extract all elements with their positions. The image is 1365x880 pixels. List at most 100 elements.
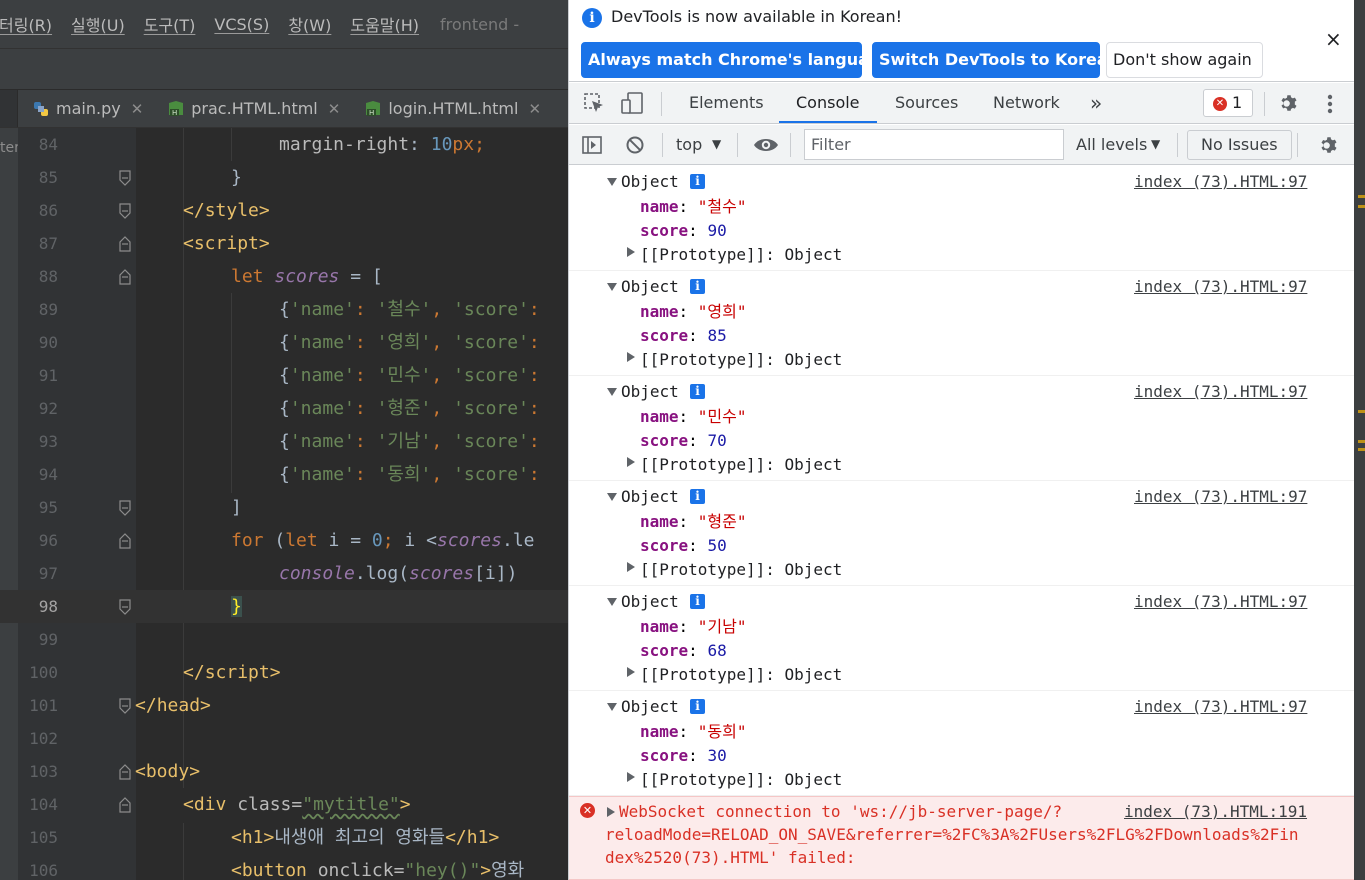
editor-tab-login-html[interactable]: H login.HTML.html ✕ [350,90,551,127]
expand-arrow-icon[interactable] [607,283,617,291]
more-tabs-icon[interactable]: » [1090,83,1102,123]
object-label[interactable]: Object [621,590,679,614]
expand-arrow-icon[interactable] [607,178,617,186]
close-icon[interactable]: ✕ [528,100,541,118]
tab-elements[interactable]: Elements [689,83,764,123]
fold-marker-icon[interactable] [118,533,132,549]
info-icon[interactable]: i [690,699,705,714]
expand-arrow-icon[interactable] [607,493,617,501]
expand-arrow-icon[interactable] [607,388,617,396]
prototype-row[interactable]: [[Prototype]]: Object [640,348,842,372]
error-count-badge[interactable]: ✕ 1 [1203,89,1253,117]
code-text: <h1>내생애 최고의 영화들</h1> [231,827,500,848]
switch-to-korean-button[interactable]: Switch DevTools to Korean [872,42,1119,78]
source-link[interactable]: index (73).HTML:97 [1134,275,1307,299]
menu-help[interactable]: 도움말(H) [350,12,419,36]
source-link[interactable]: index (73).HTML:97 [1134,485,1307,509]
tab-console[interactable]: Console [779,83,877,123]
filter-input[interactable] [805,130,1063,159]
expand-arrow-icon[interactable] [607,703,617,711]
object-label[interactable]: Object [621,170,679,194]
inspect-element-icon[interactable] [583,92,605,114]
menu-refactor[interactable]: 터링(R) [0,12,52,36]
prototype-row[interactable]: [[Prototype]]: Object [640,558,842,582]
editor-tab-main-py[interactable]: main.py ✕ [18,90,153,127]
close-icon[interactable]: ✕ [328,100,341,118]
tab-network[interactable]: Network [993,83,1060,123]
expand-arrow-icon[interactable] [627,457,635,467]
fold-marker-icon[interactable] [118,764,132,780]
live-expression-eye-icon[interactable] [753,135,779,155]
clear-console-icon[interactable] [625,135,645,155]
prototype-row[interactable]: [[Prototype]]: Object [640,663,842,687]
source-link[interactable]: index (73).HTML:97 [1134,170,1307,194]
tab-sources[interactable]: Sources [895,83,958,123]
expand-arrow-icon[interactable] [627,247,635,257]
line-number: 99 [38,630,58,649]
expand-arrow-icon[interactable] [627,772,635,782]
info-icon[interactable]: i [690,489,705,504]
console-output: Object i index (73).HTML:97 name: "철수" s… [569,166,1354,880]
log-levels-dropdown[interactable]: All levels [1076,125,1147,164]
chevron-down-icon[interactable]: ▼ [712,125,721,164]
menu-tools[interactable]: 도구(T) [144,12,196,36]
fold-marker-icon[interactable] [118,698,132,714]
fold-marker-icon[interactable] [118,500,132,516]
prototype-row[interactable]: [[Prototype]]: Object [640,453,842,477]
info-icon[interactable]: i [690,279,705,294]
info-icon[interactable]: i [690,174,705,189]
always-match-language-button[interactable]: Always match Chrome's language [581,42,891,78]
filter-box[interactable] [804,129,1064,160]
close-icon[interactable]: × [1325,27,1342,51]
kebab-menu-icon[interactable] [1325,93,1335,115]
object-label[interactable]: Object [621,695,679,719]
context-selector[interactable]: top [676,125,702,164]
fold-marker-icon[interactable] [118,599,132,615]
object-label[interactable]: Object [621,275,679,299]
object-label[interactable]: Object [621,485,679,509]
fold-marker-icon[interactable] [118,170,132,186]
warning-stripe-mark[interactable] [1358,440,1365,443]
warning-stripe-mark[interactable] [1358,410,1365,413]
menu-window[interactable]: 창(W) [288,12,331,36]
code-text: {'name': '민수', 'score': [279,365,540,386]
chevron-down-icon[interactable]: ▼ [1151,125,1160,164]
error-source-link[interactable]: index (73).HTML:191 [1124,801,1307,823]
sidebar-toggle-icon[interactable] [581,134,603,156]
info-icon[interactable]: i [690,594,705,609]
expand-arrow-icon[interactable] [627,667,635,677]
settings-gear-icon[interactable] [1278,92,1300,114]
close-icon[interactable]: ✕ [131,100,144,118]
object-label[interactable]: Object [621,380,679,404]
infobar-message: DevTools is now available in Korean! [611,7,902,26]
expand-arrow-icon[interactable] [607,598,617,606]
warning-stripe-mark[interactable] [1358,195,1365,198]
dont-show-again-button[interactable]: Don't show again [1106,42,1263,78]
editor-tab-prac-html[interactable]: H prac.HTML.html ✕ [153,90,350,127]
code-line: 94 {'name': '동희', 'score': [0,458,568,491]
menu-vcs[interactable]: VCS(S) [214,15,269,34]
expand-arrow-icon[interactable] [627,562,635,572]
console-settings-gear-icon[interactable] [1318,134,1340,156]
prototype-row[interactable]: [[Prototype]]: Object [640,243,842,267]
issues-button[interactable]: No Issues [1187,130,1292,160]
fold-marker-icon[interactable] [118,236,132,252]
expand-arrow-icon[interactable] [627,352,635,362]
info-icon[interactable]: i [690,384,705,399]
expand-arrow-icon[interactable] [607,807,615,817]
source-link[interactable]: index (73).HTML:97 [1134,695,1307,719]
warning-stripe-mark[interactable] [1358,448,1365,451]
warning-stripe-mark[interactable] [1358,205,1365,208]
fold-marker-icon[interactable] [118,203,132,219]
code-text: } [231,596,242,617]
device-toolbar-icon[interactable] [619,91,645,115]
ide-toolbar [0,48,568,90]
prototype-row[interactable]: [[Prototype]]: Object [640,768,842,792]
source-link[interactable]: index (73).HTML:97 [1134,590,1307,614]
fold-marker-icon[interactable] [118,797,132,813]
property-row: score: 90 [640,221,727,240]
menu-run[interactable]: 실행(U) [71,12,125,36]
fold-marker-icon[interactable] [118,269,132,285]
source-link[interactable]: index (73).HTML:97 [1134,380,1307,404]
editor-tab-label: prac.HTML.html [191,99,318,118]
